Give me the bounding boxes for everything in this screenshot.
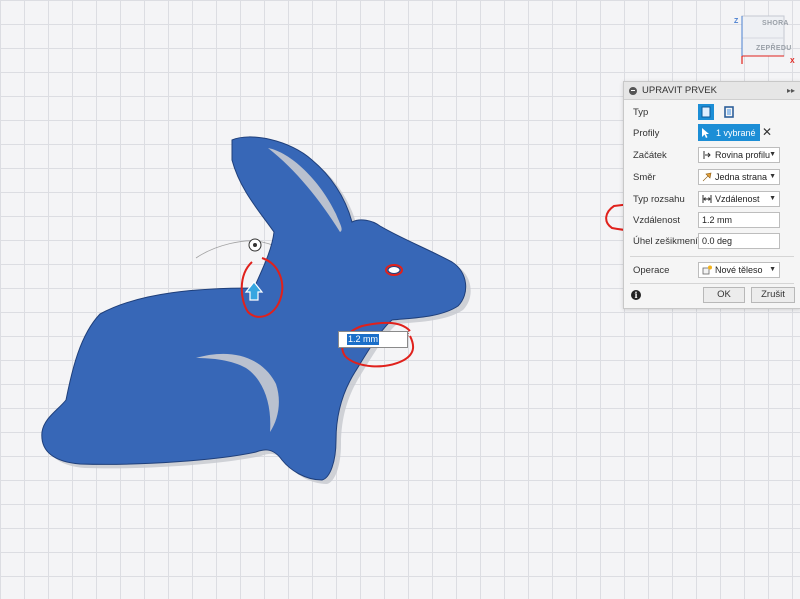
row-start: Začátek Rovina profilu ▼ [624,144,800,166]
extrude-type-thin-icon[interactable] [721,104,737,120]
row-taper: Úhel zešikmení 0.0 deg [624,230,800,252]
rabbit-body[interactable] [41,136,467,481]
axis-x-label: X [790,58,795,65]
divider [630,283,794,284]
grip-dots-icon: ⋮ [405,331,412,338]
cancel-button[interactable]: Zrušit [751,287,795,303]
row-direction: Směr Jedna strana ▼ [624,166,800,188]
taper-label: Úhel zešikmení [633,235,698,247]
row-type: Typ [624,101,800,123]
rabbit-eye [387,266,401,274]
cursor-icon [702,127,709,138]
chevron-down-icon: ▼ [769,266,776,273]
start-value: Rovina profilu [715,150,771,160]
distance-input[interactable]: 1.2 mm [698,212,780,228]
chevron-down-icon: ▼ [769,173,776,180]
profiles-label: Profily [633,127,660,139]
operation-label: Operace [633,264,670,276]
panel-title: UPRAVIT PRVEK [642,85,717,96]
start-label: Začátek [633,149,667,161]
canvas-distance-input[interactable]: 1.2 mm ⋮ [338,331,412,348]
expand-icon[interactable]: ▸▸ [787,86,795,95]
profiles-value: 1 vybrané [716,127,756,138]
clear-selection-icon[interactable]: ✕ [761,125,773,139]
chevron-down-icon: ▼ [769,195,776,202]
chevron-down-icon: ▼ [769,151,776,158]
start-dropdown[interactable]: Rovina profilu ▼ [698,147,780,163]
viewcube-front-label: ZEPŘEDU [756,45,792,52]
profile-plane-icon [703,151,711,159]
row-operation: Operace Nové těleso ▼ [624,259,800,281]
extrude-type-solid-icon[interactable] [698,104,714,120]
edit-feature-panel: UPRAVIT PRVEK ▸▸ Typ Profily 1 vybrané ✕ [623,81,800,309]
operation-value: Nové těleso [715,265,763,275]
taper-input[interactable]: 0.0 deg [698,233,780,249]
direction-value: Jedna strana [715,172,768,182]
row-extent-type: Typ rozsahu Vzdálenost ▼ [624,188,800,210]
direction-dropdown[interactable]: Jedna strana ▼ [698,169,780,185]
type-label: Typ [633,106,649,118]
type-buttons [698,104,741,120]
info-icon[interactable]: i [631,290,641,300]
new-body-icon [702,265,712,275]
extent-type-label: Typ rozsahu [633,193,685,205]
row-distance: Vzdálenost 1.2 mm [624,209,800,231]
panel-header[interactable]: UPRAVIT PRVEK ▸▸ [624,82,800,100]
distance-handle[interactable] [244,238,264,301]
distance-label: Vzdálenost [633,214,681,226]
one-side-icon [702,172,712,182]
canvas-distance-value: 1.2 mm [347,334,380,345]
profiles-select-button[interactable]: 1 vybrané [698,124,760,141]
ok-button[interactable]: OK [703,287,745,303]
extent-type-dropdown[interactable]: Vzdálenost ▼ [698,191,780,207]
distance-icon [702,195,712,203]
operation-dropdown[interactable]: Nové těleso ▼ [698,262,780,278]
axis-z-label: Z [734,18,739,25]
view-cube[interactable]: SHORA ZEPŘEDU Z X [728,8,798,70]
viewcube-top-label: SHORA [762,20,789,27]
direction-label: Směr [633,171,656,183]
extent-type-value: Vzdálenost [715,194,760,204]
divider [630,256,794,257]
collapse-icon[interactable] [629,86,637,95]
row-profiles: Profily 1 vybrané ✕ [624,122,800,144]
